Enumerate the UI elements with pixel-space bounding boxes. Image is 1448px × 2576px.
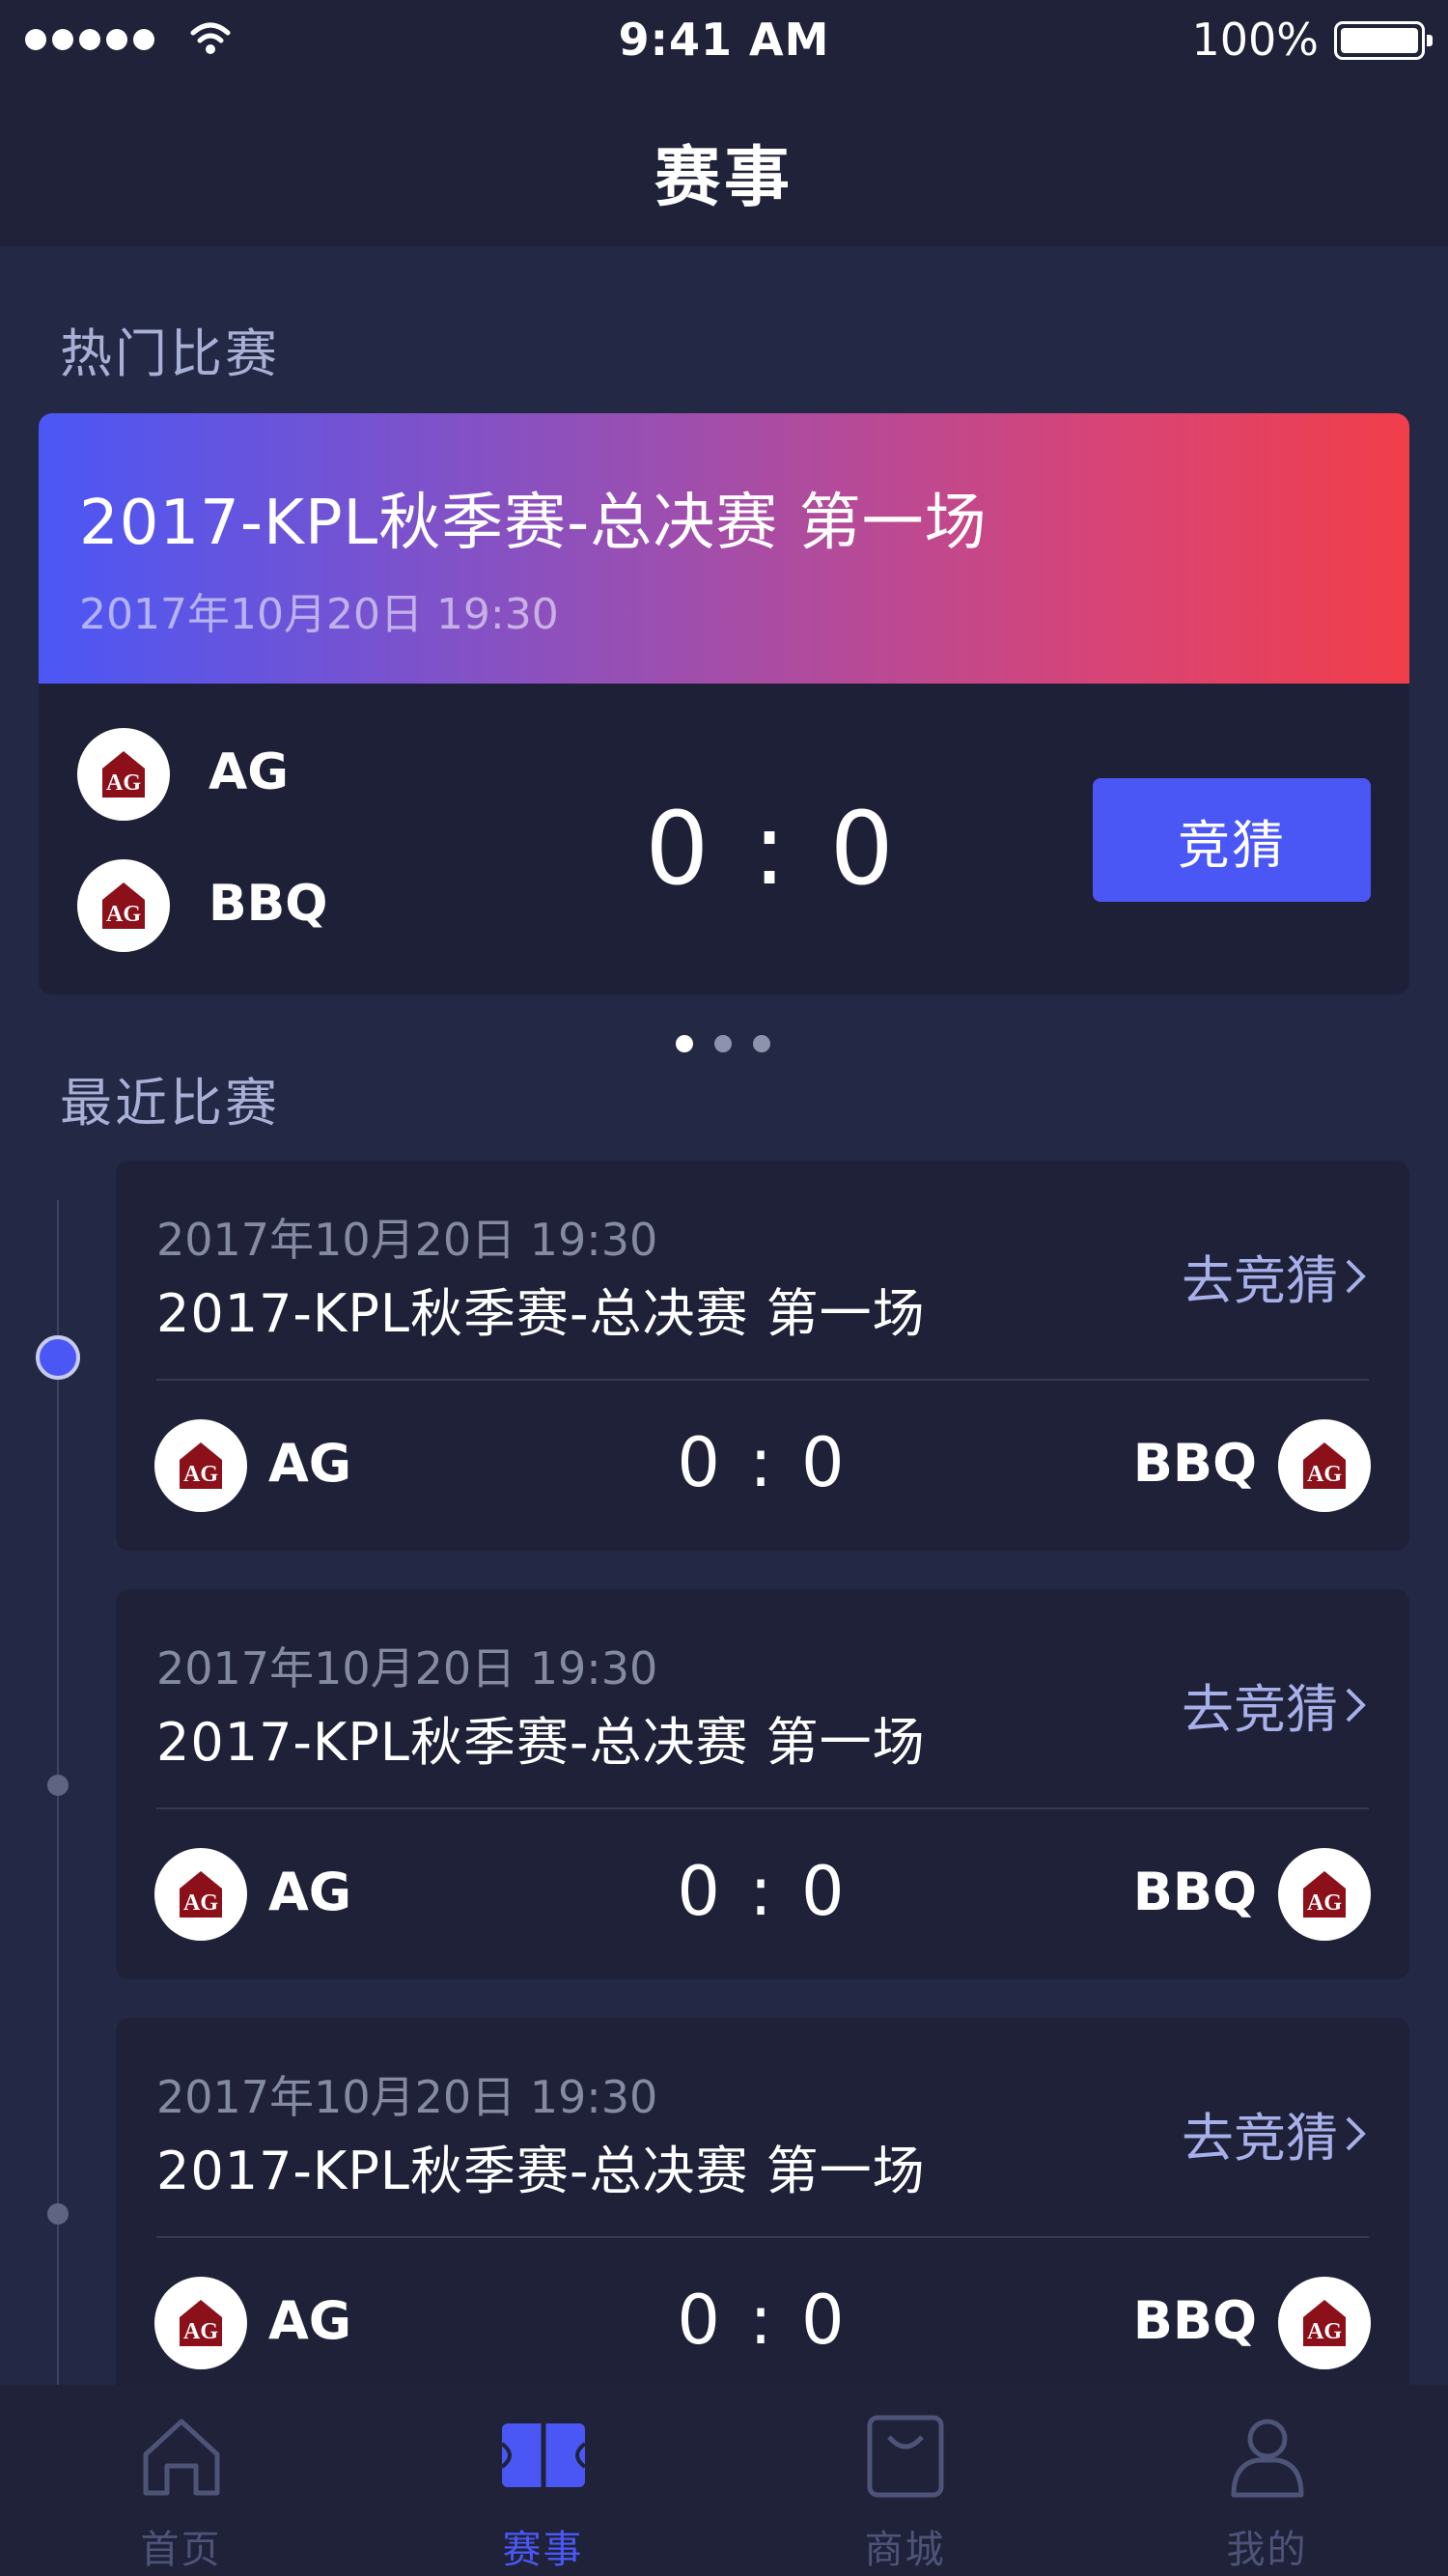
hot-team-a: AG	[209, 743, 289, 801]
divider	[156, 1379, 1369, 1381]
match-score: 0 : 0	[677, 1852, 849, 1931]
match-date: 2017年10月20日 19:30	[156, 1214, 658, 1266]
tab-label: 我的	[1226, 2528, 1308, 2572]
battery-icon	[1334, 21, 1433, 60]
team-left-name: AG	[268, 1862, 352, 1922]
team-logo-icon: AG	[102, 882, 145, 929]
battery-percentage: 100%	[1191, 14, 1319, 66]
team-right-name: BBQ	[1132, 1862, 1257, 1922]
home-icon	[143, 2419, 219, 2496]
team-right-name: BBQ	[1132, 2290, 1257, 2351]
divider	[156, 2236, 1369, 2238]
top-bar: 9:41 AM 100% 赛事	[0, 0, 1448, 246]
match-date: 2017年10月20日 19:30	[156, 2071, 658, 2123]
carousel-pager[interactable]	[676, 1035, 770, 1052]
match-card[interactable]: 2017年10月20日 19:30 2017-KPL秋季赛-总决赛 第一场 去竞…	[116, 1589, 1409, 1979]
match-score: 0 : 0	[677, 2281, 849, 2360]
hot-team-b: BBQ	[209, 875, 328, 933]
timeline-dot-active	[36, 1335, 80, 1380]
svg-text:AG: AG	[106, 770, 141, 796]
svg-text:AG: AG	[183, 1462, 218, 1487]
go-bet-label: 去竞猜	[1182, 1250, 1338, 1311]
svg-text:AG: AG	[183, 1890, 218, 1916]
team-logo-left: AG	[154, 2277, 247, 2369]
match-title: 2017-KPL秋季赛-总决赛 第一场	[156, 2141, 926, 2201]
hot-match-title: 2017-KPL秋季赛-总决赛 第一场	[79, 488, 988, 559]
team-logo-icon: AG	[180, 2300, 222, 2346]
team-right-name: BBQ	[1132, 1433, 1257, 1494]
team-logo-left: AG	[154, 1419, 247, 1512]
match-title: 2017-KPL秋季赛-总决赛 第一场	[156, 1283, 926, 1344]
team-logo-icon: AG	[180, 1442, 222, 1489]
match-card[interactable]: 2017年10月20日 19:30 2017-KPL秋季赛-总决赛 第一场 去竞…	[116, 2018, 1409, 2385]
team-left-name: AG	[268, 1433, 352, 1494]
team-logo-icon: AG	[1303, 1442, 1346, 1489]
team-logo-icon: AG	[1303, 1871, 1346, 1918]
tab-home[interactable]: 首页	[0, 2385, 362, 2576]
tab-events[interactable]: 赛事	[362, 2385, 724, 2576]
divider	[156, 1807, 1369, 1809]
chevron-right-icon	[1346, 2116, 1366, 2150]
go-bet-link[interactable]: 去竞猜	[1182, 2095, 1369, 2171]
timeline-dot	[47, 1775, 69, 1796]
team-logo-right: AG	[1278, 1419, 1371, 1512]
recent-section-title: 最近比赛	[60, 1073, 280, 1134]
page-title: 赛事	[654, 140, 794, 216]
team-logo-bbq: AG	[77, 859, 170, 952]
tab-mine[interactable]: 我的	[1086, 2385, 1448, 2576]
team-logo-right: AG	[1278, 2277, 1371, 2369]
tab-label: 首页	[140, 2528, 222, 2572]
go-bet-link[interactable]: 去竞猜	[1182, 1238, 1369, 1314]
bottom-tab-bar: 首页 赛事 商城 我的	[0, 2385, 1448, 2576]
tab-shop[interactable]: 商城	[724, 2385, 1086, 2576]
go-bet-link[interactable]: 去竞猜	[1182, 1666, 1369, 1743]
team-logo-ag: AG	[77, 728, 170, 821]
match-card[interactable]: 2017年10月20日 19:30 2017-KPL秋季赛-总决赛 第一场 去竞…	[116, 1161, 1409, 1551]
team-logo-icon: AG	[1303, 2300, 1346, 2346]
svg-text:AG: AG	[106, 902, 141, 927]
team-logo-left: AG	[154, 1848, 247, 1941]
pager-dot[interactable]	[676, 1035, 693, 1052]
svg-text:AG: AG	[1307, 2319, 1342, 2344]
timeline-dot	[47, 2203, 69, 2225]
tab-label: 赛事	[502, 2528, 584, 2572]
chevron-right-icon	[1346, 1688, 1366, 1722]
bet-button[interactable]: 竞猜	[1093, 778, 1371, 902]
hot-match-date: 2017年10月20日 19:30	[79, 590, 559, 639]
go-bet-label: 去竞猜	[1182, 1679, 1338, 1740]
pager-dot[interactable]	[714, 1035, 732, 1052]
hot-section-title: 热门比赛	[60, 323, 280, 384]
user-icon	[1231, 2419, 1303, 2498]
court-icon	[500, 2423, 586, 2487]
hot-match-header: 2017-KPL秋季赛-总决赛 第一场 2017年10月20日 19:30	[39, 413, 1409, 684]
tab-label: 商城	[864, 2528, 946, 2572]
svg-text:AG: AG	[183, 2319, 218, 2344]
match-date: 2017年10月20日 19:30	[156, 1642, 658, 1694]
chevron-right-icon	[1346, 1259, 1366, 1293]
bag-icon	[867, 2415, 943, 2498]
svg-text:AG: AG	[1307, 1462, 1342, 1487]
hot-match-card[interactable]: 2017-KPL秋季赛-总决赛 第一场 2017年10月20日 19:30 AG…	[39, 413, 1409, 994]
match-score: 0 : 0	[677, 1423, 849, 1502]
team-logo-icon: AG	[180, 1871, 222, 1918]
svg-text:AG: AG	[1307, 1890, 1342, 1916]
match-title: 2017-KPL秋季赛-总决赛 第一场	[156, 1712, 926, 1773]
pager-dot[interactable]	[753, 1035, 770, 1052]
status-bar: 9:41 AM 100%	[0, 0, 1448, 82]
team-logo-right: AG	[1278, 1848, 1371, 1941]
go-bet-label: 去竞猜	[1182, 2108, 1338, 2169]
team-logo-icon: AG	[102, 751, 145, 798]
hot-match-score: 0 : 0	[645, 790, 900, 908]
team-left-name: AG	[268, 2290, 352, 2351]
